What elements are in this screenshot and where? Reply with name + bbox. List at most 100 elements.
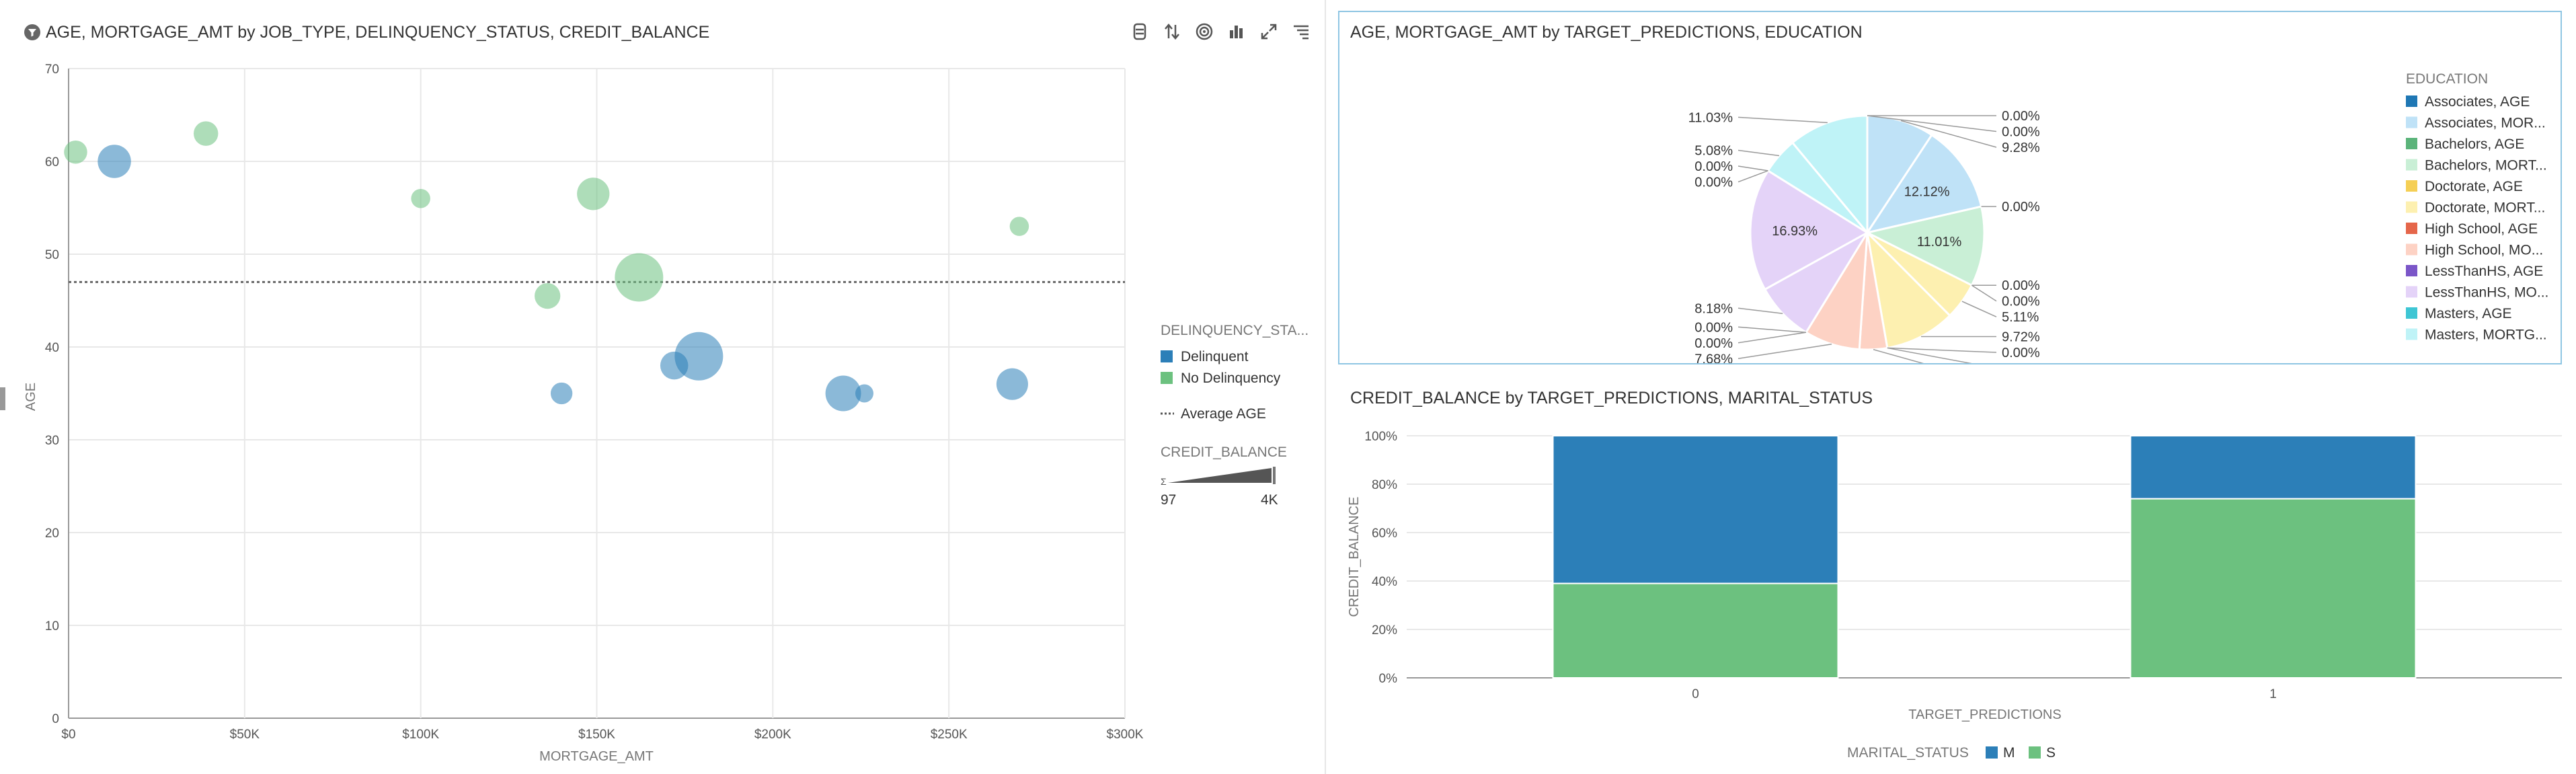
bar-y-tick-label: 40% <box>1372 575 1397 589</box>
bar-y-axis-label: CREDIT_BALANCE <box>1347 497 1362 617</box>
bar-x-tick-label: 0 <box>1692 687 1699 701</box>
pie-data-label: 0.00% <box>2002 125 2040 140</box>
bar-panel: CREDIT_BALANCE by TARGET_PREDICTIONS, MA… <box>1338 377 2562 770</box>
pie-legend-item[interactable]: Associates, AGE <box>2425 94 2530 110</box>
pie-legend-swatch <box>2406 159 2417 171</box>
size-legend-slider-handle[interactable] <box>1273 467 1276 484</box>
pie-data-label: 0.00% <box>1694 320 1733 335</box>
bar-legend-swatch-m <box>1986 746 1998 759</box>
bar-x-tick-label: 1 <box>2269 687 2277 701</box>
scatter-point-no-delinquency[interactable] <box>615 253 664 302</box>
bar-legend-swatch-s <box>2029 746 2041 759</box>
pie-legend-swatch <box>2406 307 2417 319</box>
legend-item-average[interactable]: Average AGE <box>1181 406 1266 422</box>
scatter-point-no-delinquency[interactable] <box>193 121 219 146</box>
bar-legend-item-m[interactable]: M <box>2003 745 2015 761</box>
pie-legend-item[interactable]: Masters, MORTG... <box>2425 327 2547 343</box>
bar-legend-item-s[interactable]: S <box>2046 745 2056 761</box>
pie-legend-swatch <box>2406 95 2417 107</box>
pie-legend-item[interactable]: Doctorate, AGE <box>2425 179 2523 194</box>
scatter-point-no-delinquency[interactable] <box>535 282 561 309</box>
pie-legend-swatch <box>2406 243 2417 256</box>
scatter-point-no-delinquency[interactable] <box>411 188 430 208</box>
bar-chart: 0%20%40%60%80%100%0 1 TARGET_PREDICTIONS … <box>1347 430 2562 761</box>
scatter-point-no-delinquency[interactable] <box>64 140 87 164</box>
pie-legend-swatch <box>2406 116 2417 128</box>
pie-legend-swatch <box>2406 180 2417 192</box>
y-tick-label: 60 <box>45 155 59 169</box>
pie-data-label: 9.28% <box>2002 141 2040 155</box>
pie-leader-line <box>1738 149 1780 157</box>
pie-legend-item[interactable]: High School, MO... <box>2425 243 2543 258</box>
y-tick-label: 20 <box>45 527 59 541</box>
x-tick-label: $300K <box>1107 728 1144 742</box>
bar-y-tick-label: 20% <box>1372 623 1397 637</box>
bar-segment-s[interactable] <box>2130 498 2417 679</box>
size-legend-wedge <box>1168 468 1272 483</box>
pie-data-label: 0.00% <box>1694 176 1733 190</box>
pie-legend-swatch <box>2406 223 2417 234</box>
scatter-point-no-delinquency[interactable] <box>577 178 610 210</box>
legend-swatch-no-delinquency <box>1161 372 1173 384</box>
x-tick-label: $150K <box>578 728 615 742</box>
pie-data-label: 16.93% <box>1772 224 1818 239</box>
pie-data-label: 0.00% <box>2002 346 2040 360</box>
x-tick-label: $200K <box>754 728 791 742</box>
pie-data-label: 8.18% <box>1694 301 1733 316</box>
x-tick-label: $50K <box>230 728 260 742</box>
pie-leader-line <box>1738 307 1783 315</box>
pie-legend-swatch <box>2406 265 2417 276</box>
scatter-legend: DELINQUENCY_STA... Delinquent No Delinqu… <box>1161 323 1309 508</box>
pie-leader-line <box>1887 347 1997 353</box>
y-tick-label: 40 <box>45 341 59 355</box>
bar-y-tick-label: 80% <box>1372 478 1397 492</box>
bar-y-tick-label: 0% <box>1379 672 1398 686</box>
legend-item-delinquent[interactable]: Delinquent <box>1181 349 1249 364</box>
bar-segment-s[interactable] <box>1552 582 1839 679</box>
pie-leader-line <box>1961 301 1997 317</box>
scatter-chart: 0 10 20 30 40 50 60 70 $0 $50K $100K $150K $200K $250… <box>0 63 1309 764</box>
pie-legend-item[interactable]: Masters, AGE <box>2425 306 2512 321</box>
scatter-point-delinquent[interactable] <box>996 368 1028 400</box>
scatter-point-delinquent[interactable] <box>855 384 873 403</box>
y-tick-label: 0 <box>52 712 59 726</box>
legend-item-no-delinquency[interactable]: No Delinquency <box>1181 371 1281 386</box>
pie-data-label: 0.00% <box>2002 362 2040 363</box>
pie-legend-item[interactable]: Associates, MOR... <box>2425 116 2546 131</box>
y-tick-label: 10 <box>45 619 59 633</box>
pie-legend-swatch <box>2406 328 2417 340</box>
pie-leader-line <box>1738 165 1768 171</box>
pie-data-label: 0.00% <box>1694 336 1733 351</box>
pie-data-label: 11.03% <box>1688 110 1733 125</box>
bar-segment-m[interactable] <box>2130 435 2417 500</box>
pie-data-label: 0.00% <box>2002 109 2040 124</box>
scatter-point-delinquent[interactable] <box>674 332 724 381</box>
legend-swatch-delinquent <box>1161 350 1173 362</box>
bar-segment-m[interactable] <box>1552 435 1839 584</box>
scatter-panel: AGE, MORTGAGE_AMT by JOB_TYPE, DELINQUEN… <box>0 0 1326 774</box>
bar-legend: MARITAL_STATUS M S <box>1847 745 2056 761</box>
pie-legend-item[interactable]: Bachelors, MORT... <box>2425 158 2547 173</box>
pie-legend-item[interactable]: LessThanHS, AGE <box>2425 264 2543 279</box>
pie-data-label: 7.68% <box>1694 352 1733 363</box>
pie-legend-item[interactable]: High School, AGE <box>2425 221 2538 237</box>
bar-x-axis-label: TARGET_PREDICTIONS <box>1908 707 2061 722</box>
scatter-point-no-delinquency[interactable] <box>1009 217 1029 236</box>
pie-panel: AGE, MORTGAGE_AMT by TARGET_PREDICTIONS,… <box>1338 11 2562 364</box>
pie-legend-item[interactable]: Doctorate, MORT... <box>2425 200 2545 216</box>
pie-legend-item[interactable]: LessThanHS, MO... <box>2425 285 2548 301</box>
pie-legend-swatch <box>2406 138 2417 149</box>
pie-leader-line <box>1738 326 1807 334</box>
y-tick-label: 50 <box>45 248 59 262</box>
pie-legend-swatch <box>2406 286 2417 298</box>
pie-legend-item[interactable]: Bachelors, AGE <box>2425 137 2524 152</box>
scatter-point-delinquent[interactable] <box>550 382 573 405</box>
pie-data-label: 12.12% <box>1904 185 1950 200</box>
y-axis-label: AGE <box>24 383 38 411</box>
pie-data-label: 5.11% <box>2002 310 2039 325</box>
bar-y-tick-label: 60% <box>1372 527 1397 541</box>
x-axis-label: MORTGAGE_AMT <box>539 749 654 764</box>
collapse-handle[interactable] <box>0 387 5 410</box>
scatter-point-delinquent[interactable] <box>97 145 131 178</box>
y-tick-label: 70 <box>45 63 59 77</box>
